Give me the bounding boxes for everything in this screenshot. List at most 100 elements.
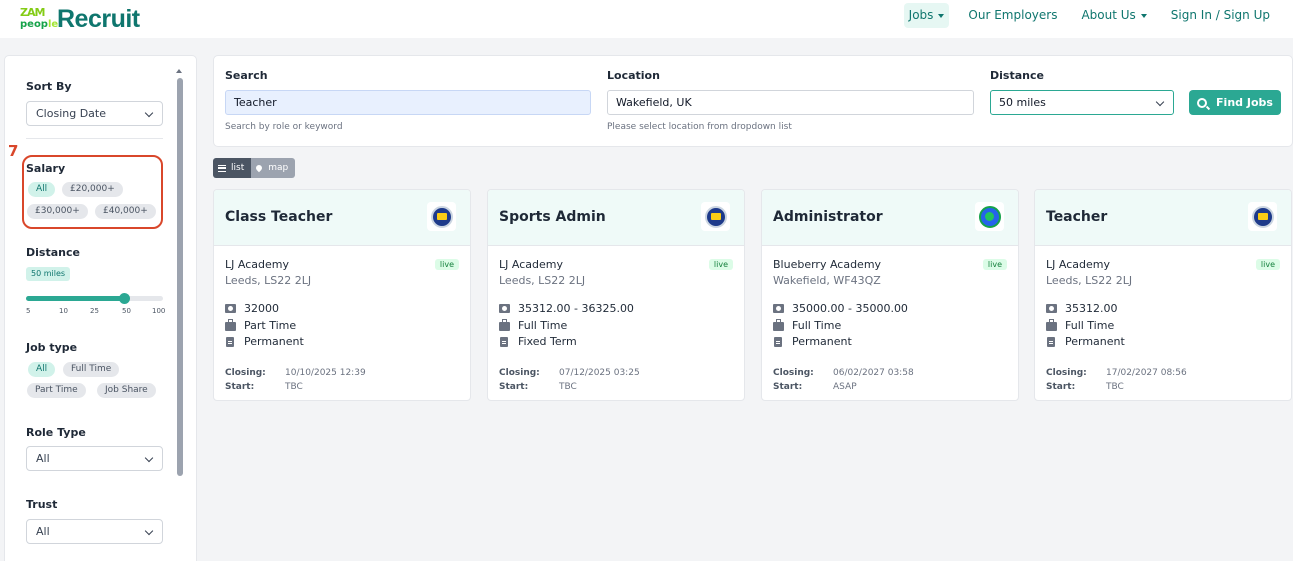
trust-value: All xyxy=(36,525,50,538)
role-type-select[interactable]: All xyxy=(26,446,163,471)
job-hours-value: Full Time xyxy=(1065,319,1115,332)
job-card[interactable]: Sports Admin LJ Academy Leeds, LS22 2LJ … xyxy=(487,189,745,401)
role-type-label: Role Type xyxy=(26,426,86,439)
salary-annotation-box xyxy=(22,155,163,229)
annotation-number: 7 xyxy=(8,142,19,160)
job-school: Blueberry Academy xyxy=(773,258,882,271)
distance-select[interactable]: 50 miles xyxy=(990,90,1174,115)
job-card-header: Administrator xyxy=(762,190,1018,246)
sidebar-scrollbar[interactable] xyxy=(177,78,183,476)
view-toggle: list map xyxy=(213,158,296,178)
start-label: Start: xyxy=(499,382,529,392)
job-contract-value: Fixed Term xyxy=(518,335,577,348)
closing-date: 17/02/2027 08:56 xyxy=(1106,368,1187,378)
job-title[interactable]: Administrator xyxy=(773,209,883,225)
search-label: Search xyxy=(225,69,268,82)
closing-label: Closing: xyxy=(225,368,266,378)
nav-jobs[interactable]: Jobs xyxy=(903,3,950,28)
nav-sign-in[interactable]: Sign In / Sign Up xyxy=(1166,3,1275,28)
nav-about-us[interactable]: About Us xyxy=(1076,3,1151,28)
trust-label: Trust xyxy=(26,498,58,511)
sort-by-value: Closing Date xyxy=(36,107,106,120)
job-salary-value: 35312.00 xyxy=(1065,302,1118,315)
site-logo[interactable]: ZAM people Recruit xyxy=(20,5,140,33)
trust-select[interactable]: All xyxy=(26,519,163,544)
chevron-down-icon xyxy=(144,526,154,536)
job-hours: Full Time xyxy=(499,319,567,332)
map-view-label: map xyxy=(268,163,289,173)
job-hours: Full Time xyxy=(1046,319,1114,332)
status-badge: live xyxy=(708,259,733,270)
search-icon xyxy=(1197,97,1208,108)
logo-mark-bottom: people xyxy=(20,19,58,30)
job-contract: Permanent xyxy=(773,335,852,348)
distance-field-label: Distance xyxy=(990,69,1044,82)
closing-label: Closing: xyxy=(1046,368,1087,378)
sort-by-select[interactable]: Closing Date xyxy=(26,101,163,126)
map-view-button[interactable]: map xyxy=(251,158,296,178)
distance-select-value: 50 miles xyxy=(999,96,1046,109)
closing-date: 06/02/2027 03:58 xyxy=(833,368,914,378)
caret-down-icon xyxy=(1140,13,1147,18)
job-contract: Permanent xyxy=(225,335,304,348)
chevron-down-icon xyxy=(1155,97,1165,107)
find-jobs-button[interactable]: Find Jobs xyxy=(1189,90,1281,115)
search-help: Search by role or keyword xyxy=(225,122,343,132)
distance-slider-fill xyxy=(26,296,124,301)
scroll-up-arrow-icon[interactable] xyxy=(176,69,182,73)
document-icon xyxy=(226,336,234,347)
job-type-chip-all[interactable]: All xyxy=(28,362,56,377)
status-badge: live xyxy=(982,259,1007,270)
find-jobs-label: Find Jobs xyxy=(1216,96,1273,109)
logo-word: Recruit xyxy=(57,4,140,33)
job-school: LJ Academy xyxy=(499,258,563,271)
closing-label: Closing: xyxy=(499,368,540,378)
map-pin-icon xyxy=(254,163,264,173)
search-input[interactable]: Teacher xyxy=(225,90,591,115)
job-contract-value: Permanent xyxy=(244,335,304,348)
closing-label: Closing: xyxy=(773,368,814,378)
job-type-chip-part-time[interactable]: Part Time xyxy=(27,383,86,398)
chevron-down-icon xyxy=(144,453,154,463)
job-title[interactable]: Teacher xyxy=(1046,209,1107,225)
logo-mark-icon: ZAM people xyxy=(20,7,58,31)
closing-date: 10/10/2025 12:39 xyxy=(285,368,366,378)
school-crest-icon xyxy=(975,202,1004,231)
location-input[interactable]: Wakefield, UK xyxy=(607,90,974,115)
job-contract: Permanent xyxy=(1046,335,1125,348)
job-salary: 35000.00 - 35000.00 xyxy=(773,302,908,315)
job-title[interactable]: Class Teacher xyxy=(225,209,332,225)
job-hours-value: Full Time xyxy=(792,319,842,332)
status-badge: live xyxy=(1255,259,1280,270)
job-contract-value: Permanent xyxy=(1065,335,1125,348)
distance-slider-thumb[interactable] xyxy=(119,293,130,304)
divider xyxy=(26,138,163,139)
distance-value-badge: 50 miles xyxy=(26,267,71,281)
nav-our-employers-label: Our Employers xyxy=(968,8,1058,22)
job-hours: Full Time xyxy=(773,319,841,332)
job-type-chip-full-time[interactable]: Full Time xyxy=(63,362,120,377)
distance-slider[interactable] xyxy=(26,293,163,304)
distance-label: Distance xyxy=(26,246,80,259)
job-card[interactable]: Administrator Blueberry Academy Wakefiel… xyxy=(761,189,1019,401)
job-school: LJ Academy xyxy=(225,258,289,271)
job-title[interactable]: Sports Admin xyxy=(499,209,606,225)
money-icon xyxy=(499,304,510,313)
job-hours: Part Time xyxy=(225,319,296,332)
job-salary: 35312.00 xyxy=(1046,302,1118,315)
job-contract: Fixed Term xyxy=(499,335,577,348)
nav-sign-in-label: Sign In / Sign Up xyxy=(1170,8,1270,22)
briefcase-icon xyxy=(225,319,236,331)
job-card[interactable]: Class Teacher LJ Academy Leeds, LS22 2LJ… xyxy=(213,189,471,401)
job-card[interactable]: Teacher LJ Academy Leeds, LS22 2LJ live … xyxy=(1034,189,1292,401)
distance-tick: 100 xyxy=(152,307,166,315)
list-view-button[interactable]: list xyxy=(213,158,252,178)
job-card-header: Class Teacher xyxy=(214,190,470,246)
money-icon xyxy=(1046,304,1057,313)
nav-our-employers[interactable]: Our Employers xyxy=(963,3,1062,28)
status-badge: live xyxy=(434,259,459,270)
job-type-chip-job-share[interactable]: Job Share xyxy=(97,383,156,398)
filter-sidebar: Sort By Closing Date 7 Salary All £20,00… xyxy=(4,55,197,561)
nav-about-us-label: About Us xyxy=(1081,8,1136,22)
job-hours-value: Full Time xyxy=(518,319,568,332)
